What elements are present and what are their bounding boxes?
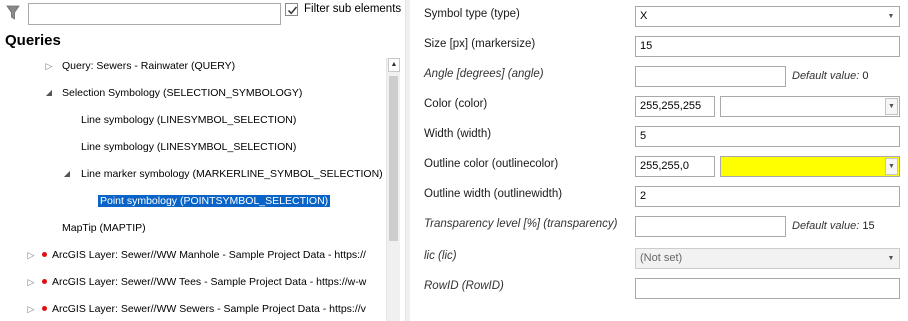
layer-status-dot-icon [42,306,47,311]
filter-funnel-icon[interactable] [6,5,20,21]
chevron-down-icon: ▼ [887,255,895,262]
lic-label: lic (lic) [424,250,457,262]
outline-color-picker[interactable]: ▼ [720,156,900,177]
angle-input[interactable] [635,66,786,87]
expand-arrow-icon[interactable]: ▷ [44,57,54,75]
transparency-label: Transparency level [%] (transparency) [424,218,618,230]
expand-arrow-icon[interactable]: ▷ [26,246,36,264]
size-label: Size [px] (markersize) [424,38,536,50]
tree-node-line-symbology-2[interactable]: Line symbology (LINESYMBOL_SELECTION) [81,138,296,156]
outline-width-input[interactable]: 2 [635,186,900,207]
queries-panel: Filter sub elements Queries ▷ Query: Sew… [0,0,405,321]
tree-node-point-symbology[interactable]: Point symbology (POINTSYMBOL_SELECTION) [98,192,331,210]
chevron-down-icon: ▼ [885,158,898,175]
layer-status-dot-icon [42,252,47,257]
symbol-type-select[interactable]: X ▼ [635,6,900,27]
transparency-default-value: 15 [862,220,875,232]
tree-node-maptip[interactable]: MapTip (MAPTIP) [62,219,146,237]
color-picker[interactable]: ▼ [720,96,900,117]
symbol-type-label: Symbol type (type) [424,8,520,20]
rowid-label: RowID (RowID) [424,280,504,292]
angle-label: Angle [degrees] (angle) [424,68,544,80]
layer-status-dot-icon [42,279,47,284]
width-label: Width (width) [424,128,492,140]
angle-default-value: 0 [862,70,869,82]
expand-arrow-icon[interactable]: ▷ [26,273,36,291]
filter-sub-elements-checkbox[interactable] [285,3,298,16]
transparency-default-label: Default value: [792,220,860,232]
filter-input[interactable] [28,3,281,25]
outline-width-label: Outline width (outlinewidth) [424,188,563,200]
rowid-input[interactable] [635,278,900,299]
collapse-arrow-icon[interactable]: ◢ [62,165,72,183]
tree-node-line-symbology-1[interactable]: Line symbology (LINESYMBOL_SELECTION) [81,111,296,129]
checkmark-icon [287,6,298,15]
properties-panel: Symbol type (type) X ▼ Size [px] (marker… [410,0,908,321]
tree-vertical-scrollbar[interactable]: ▲ [386,58,400,321]
filter-sub-elements-label: Filter sub elements [304,3,402,15]
outline-color-label: Outline color (outlinecolor) [424,158,559,170]
size-input[interactable]: 15 [635,36,900,57]
transparency-input[interactable] [635,216,786,237]
expand-arrow-icon[interactable]: ▷ [26,300,36,318]
chevron-down-icon: ▼ [887,13,895,20]
scrollbar-thumb[interactable] [389,76,398,241]
color-value-input[interactable]: 255,255,255 [635,96,715,117]
chevron-down-icon: ▼ [885,98,898,115]
lic-select[interactable]: (Not set) ▼ [635,248,900,269]
collapse-arrow-icon[interactable]: ◢ [44,84,54,102]
outline-color-value-input[interactable]: 255,255,0 [635,156,715,177]
color-label: Color (color) [424,98,488,110]
scroll-up-arrow-icon[interactable]: ▲ [388,58,400,72]
queries-tree: ▷ Query: Sewers - Rainwater (QUERY) ◢ Se… [0,54,387,321]
width-input[interactable]: 5 [635,126,900,147]
angle-default-label: Default value: [792,70,860,82]
queries-title: Queries [5,32,61,49]
